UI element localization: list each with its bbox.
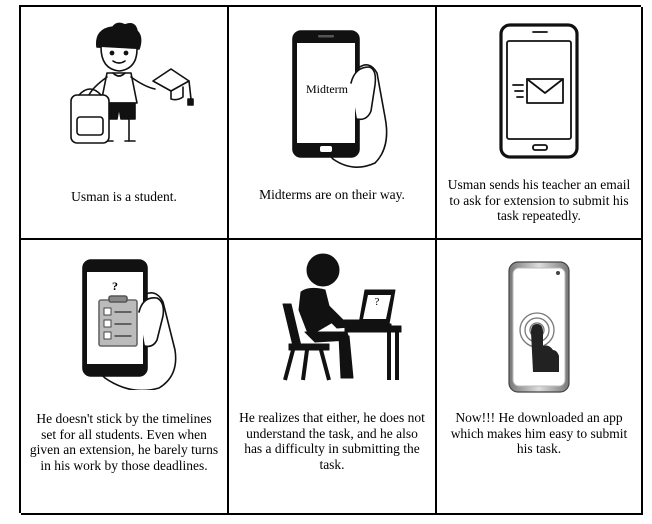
- panel-1-caption: Usman is a student.: [71, 189, 177, 204]
- phone-screen-text: Midterm: [306, 82, 348, 96]
- phone-question-mark: ?: [112, 279, 118, 293]
- checklist-phone-icon: [82, 259, 177, 390]
- panel-4: ? He doesn't stick by the timelines set …: [21, 240, 229, 515]
- storyboard-grid: Usman is a student. Midterm Midterms are…: [19, 5, 643, 515]
- panel-2: Midterm Midterms are on their way.: [229, 7, 437, 240]
- panel-5: ? He realizes that either, he does not u…: [229, 240, 437, 515]
- panel-6: Now!!! He downloaded an app which makes …: [437, 240, 643, 515]
- touchscreen-phone-icon: [508, 261, 570, 393]
- panel-1: Usman is a student.: [21, 7, 229, 240]
- panel-3: Usman sends his teacher an email to ask …: [437, 7, 643, 240]
- laptop-question-mark: ?: [374, 296, 380, 308]
- person-at-laptop-icon: [282, 253, 402, 381]
- email-phone-icon: [499, 23, 579, 159]
- panel-5-caption: He realizes that either, he does not und…: [239, 410, 425, 472]
- panel-2-caption: Midterms are on their way.: [259, 187, 405, 202]
- panel-4-caption: He doesn't stick by the timelines set fo…: [29, 411, 219, 473]
- panel-3-caption: Usman sends his teacher an email to ask …: [447, 177, 631, 223]
- student-icon: [70, 22, 194, 144]
- panel-6-caption: Now!!! He downloaded an app which makes …: [450, 410, 628, 456]
